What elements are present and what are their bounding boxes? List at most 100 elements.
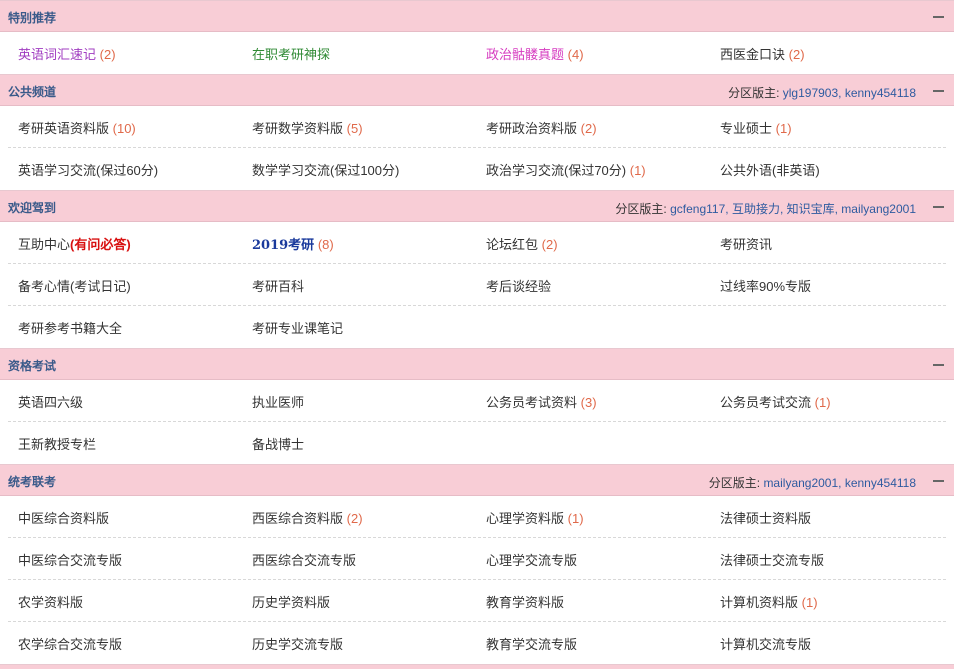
forum-link[interactable]: 考研百科 [252,279,304,294]
forum-link[interactable]: 在职考研神探 [252,47,330,62]
forum-item[interactable]: 教育学资料版 [486,592,564,611]
forum-link[interactable]: 政治骷髅真题 [486,47,564,62]
forum-link[interactable]: 王新教授专栏 [18,437,96,452]
forum-link[interactable]: 互助中心 [18,237,70,252]
forum-item[interactable]: 备战博士 [252,434,304,453]
forum-link[interactable]: 考研英语资料版 [18,121,109,136]
forum-item[interactable]: 互助中心(有问必答) [18,234,131,253]
forum-link[interactable]: 论坛红包 [486,237,538,252]
forum-item[interactable]: 公务员考试交流 (1) [720,392,831,411]
forum-item[interactable]: 中医综合交流专版 [18,550,122,569]
forum-item[interactable]: 过线率90%专版 [720,276,811,295]
forum-link[interactable]: 考后谈经验 [486,279,551,294]
forum-link[interactable]: 过线率90%专版 [720,279,811,294]
forum-link[interactable]: 农学综合交流专版 [18,637,122,652]
forum-item[interactable]: 西医综合交流专版 [252,550,356,569]
forum-link[interactable]: 政治学习交流(保过70分) [486,163,626,178]
forum-item[interactable]: 在职考研神探 [252,44,330,63]
forum-item[interactable]: 西医金口诀 (2) [720,44,805,63]
forum-link[interactable]: 英语四六级 [18,395,83,410]
forum-item[interactable]: 农学资料版 [18,592,83,611]
forum-link[interactable]: 计算机资料版 [720,595,798,610]
section-title[interactable]: 欢迎驾到 [8,199,56,216]
forum-item[interactable]: 考研英语资料版 (10) [18,118,136,137]
forum-item[interactable]: 历史学资料版 [252,592,330,611]
forum-item[interactable]: 西医综合资料版 (2) [252,508,363,527]
forum-item[interactable]: 王新教授专栏 [18,434,96,453]
forum-item[interactable]: 执业医师 [252,392,304,411]
section-title[interactable]: 资格考试 [8,357,56,374]
forum-item[interactable]: 心理学资料版 (1) [486,508,584,527]
forum-item[interactable]: 考研政治资料版 (2) [486,118,597,137]
forum-link[interactable]: 专业硕士 [720,121,772,136]
collapse-icon[interactable] [933,206,944,208]
forum-link[interactable]: 教育学资料版 [486,595,564,610]
forum-link[interactable]: 英语学习交流(保过60分) [18,163,158,178]
collapse-icon[interactable] [933,16,944,18]
forum-link[interactable]: 中医综合资料版 [18,511,109,526]
forum-item[interactable]: 公共外语(非英语) [720,160,820,179]
forum-item[interactable]: 历史学交流专版 [252,634,343,653]
section-title[interactable]: 特别推荐 [8,9,56,26]
forum-item[interactable]: 数学学习交流(保过100分) [252,160,399,179]
forum-link[interactable]: 考研专业课笔记 [252,321,343,336]
forum-item[interactable]: 公务员考试资料 (3) [486,392,597,411]
forum-item[interactable]: 英语学习交流(保过60分) [18,160,158,179]
forum-item[interactable]: 计算机交流专版 [720,634,811,653]
forum-link[interactable]: 考研数学资料版 [252,121,343,136]
section-header[interactable]: 公共频道 分区版主: ylg197903, kenny454118 [0,75,954,106]
moderator-links[interactable]: ylg197903, kenny454118 [783,86,916,100]
forum-link[interactable]: 法律硕士资料版 [720,511,811,526]
section-title[interactable]: 统考联考 [8,473,56,490]
forum-item[interactable]: 考研专业课笔记 [252,318,343,337]
forum-link[interactable]: 公共外语(非英语) [720,163,820,178]
forum-link[interactable]: 教育学交流专版 [486,637,577,652]
forum-link[interactable]: 考研参考书籍大全 [18,321,122,336]
forum-link[interactable]: 历史学交流专版 [252,637,343,652]
forum-link[interactable]: 西医综合资料版 [252,511,343,526]
forum-item[interactable]: 计算机资料版 (1) [720,592,818,611]
forum-item[interactable]: 心理学交流专版 [486,550,577,569]
forum-item[interactable]: 考研百科 [252,276,304,295]
forum-item[interactable]: 教育学交流专版 [486,634,577,653]
section-header[interactable]: 统考联考 分区版主: mailyang2001, kenny454118 [0,465,954,496]
forum-item[interactable]: 2019考研 (8) [252,234,334,253]
section-header[interactable]: 欢迎驾到 分区版主: gcfeng117, 互助接力, 知识宝库, mailyan… [0,191,954,222]
forum-link[interactable]: 公务员考试交流 [720,395,811,410]
forum-link[interactable]: 备考心情(考试日记) [18,279,131,294]
collapse-icon[interactable] [933,480,944,482]
forum-link[interactable]: 公务员考试资料 [486,395,577,410]
forum-item[interactable]: 英语词汇速记 (2) [18,44,116,63]
forum-link[interactable]: 历史学资料版 [252,595,330,610]
moderator-links[interactable]: gcfeng117, 互助接力, 知识宝库, mailyang2001 [670,202,916,216]
forum-item[interactable]: 法律硕士资料版 [720,508,811,527]
forum-link[interactable]: 心理学资料版 [486,511,564,526]
forum-link[interactable]: 中医综合交流专版 [18,553,122,568]
forum-item[interactable]: 备考心情(考试日记) [18,276,131,295]
forum-link[interactable]: 考研政治资料版 [486,121,577,136]
forum-link[interactable]: 英语词汇速记 [18,47,96,62]
collapse-icon[interactable] [933,90,944,92]
forum-item[interactable]: 法律硕士交流专版 [720,550,824,569]
forum-link[interactable]: 数学学习交流(保过100分) [252,163,399,178]
forum-item[interactable]: 政治骷髅真题 (4) [486,44,584,63]
forum-link[interactable]: 考研资讯 [720,237,772,252]
forum-link[interactable]: 法律硕士交流专版 [720,553,824,568]
forum-item[interactable]: 政治学习交流(保过70分) (1) [486,160,646,179]
forum-item[interactable]: 论坛红包 (2) [486,234,558,253]
forum-link[interactable]: 西医金口诀 [720,47,785,62]
forum-item[interactable]: 中医综合资料版 [18,508,109,527]
collapse-icon[interactable] [933,364,944,366]
forum-item[interactable]: 考研数学资料版 (5) [252,118,363,137]
forum-link[interactable]: 西医综合交流专版 [252,553,356,568]
forum-item[interactable]: 考研参考书籍大全 [18,318,122,337]
forum-link[interactable]: 农学资料版 [18,595,83,610]
forum-item[interactable]: 农学综合交流专版 [18,634,122,653]
forum-link[interactable]: 心理学交流专版 [486,553,577,568]
forum-link[interactable]: 执业医师 [252,395,304,410]
moderator-links[interactable]: mailyang2001, kenny454118 [763,476,916,490]
forum-item[interactable]: 考研资讯 [720,234,772,253]
section-title[interactable]: 公共频道 [8,83,56,100]
forum-link[interactable]: 计算机交流专版 [720,637,811,652]
section-header[interactable]: 特别推荐 [0,1,954,32]
